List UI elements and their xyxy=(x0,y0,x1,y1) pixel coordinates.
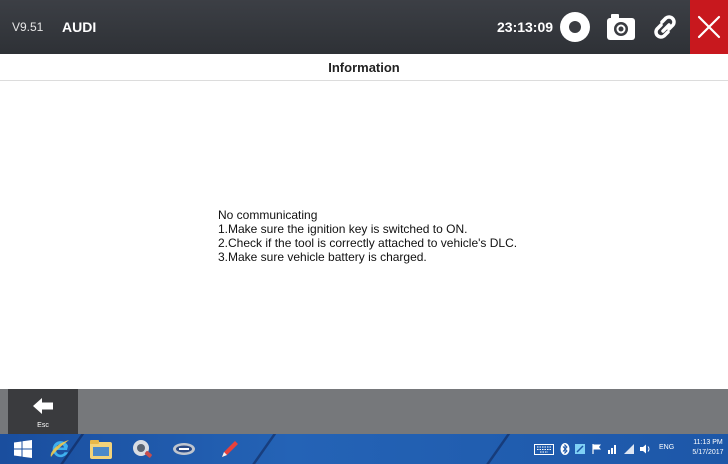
taskbar-explorer[interactable] xyxy=(89,437,113,461)
system-tray: ENG 11:13 PM 5/17/2017 xyxy=(518,434,728,464)
tray-bluetooth[interactable] xyxy=(559,443,571,455)
close-button[interactable] xyxy=(690,0,728,54)
tray-keyboard[interactable] xyxy=(534,443,554,455)
message-line: 1.Make sure the ignition key is switched… xyxy=(218,222,468,236)
bottom-toolbar: Esc xyxy=(0,389,728,434)
app-tray-icon xyxy=(575,444,585,454)
app-header: V9.51 AUDI 23:13:09 xyxy=(0,0,728,54)
tray-wifi[interactable] xyxy=(623,443,635,455)
taskbar-clock[interactable]: 11:13 PM 5/17/2017 xyxy=(688,438,728,458)
taskbar-decoration xyxy=(481,434,514,464)
message-line: 2.Check if the tool is correctly attache… xyxy=(218,236,518,250)
language-indicator[interactable]: ENG xyxy=(659,444,674,451)
info-message: No communicating 1.Make sure the ignitio… xyxy=(218,208,517,264)
record-button[interactable] xyxy=(558,10,592,44)
esc-label: Esc xyxy=(37,422,49,429)
taskbar-time: 11:13 PM xyxy=(693,439,723,446)
camera-button[interactable] xyxy=(604,10,638,44)
dialog-title-bar: Information xyxy=(0,54,728,81)
taskbar-ie[interactable] xyxy=(48,437,72,461)
taskbar-date: 5/17/2017 xyxy=(692,449,724,456)
camera-icon xyxy=(607,14,635,40)
message-line: 3.Make sure vehicle battery is charged. xyxy=(218,250,427,264)
clock-label: 23:13:09 xyxy=(497,19,554,35)
tray-flag[interactable] xyxy=(591,443,603,455)
dialog-title: Information xyxy=(328,60,400,75)
volume-icon xyxy=(640,444,650,454)
flag-icon xyxy=(592,444,601,454)
file-explorer-icon xyxy=(90,440,112,459)
keyboard-icon xyxy=(534,443,554,455)
diagnostic-app-screen: V9.51 AUDI 23:13:09 Information No commu… xyxy=(0,0,728,464)
windows-taskbar: ENG 11:13 PM 5/17/2017 xyxy=(0,434,728,464)
car-app-icon xyxy=(173,443,195,455)
pen-app-icon xyxy=(222,441,238,457)
start-button[interactable] xyxy=(11,437,35,461)
link-icon xyxy=(654,15,676,39)
diagnostic-app-icon xyxy=(133,440,152,458)
windows-start-icon xyxy=(14,440,32,458)
back-arrow-icon xyxy=(33,398,53,414)
tray-app[interactable] xyxy=(574,443,586,455)
signal-icon xyxy=(608,445,616,454)
record-icon xyxy=(560,12,590,42)
message-line: No communicating xyxy=(218,208,318,222)
version-label: V9.51 xyxy=(12,20,44,34)
link-button[interactable] xyxy=(648,10,682,44)
tray-signal[interactable] xyxy=(607,443,619,455)
taskbar-car-app[interactable] xyxy=(172,437,196,461)
taskbar-decoration xyxy=(247,434,280,464)
taskbar-pen-app[interactable] xyxy=(218,437,242,461)
vehicle-brand-label: AUDI xyxy=(62,19,97,35)
internet-explorer-icon xyxy=(50,440,69,458)
tray-volume[interactable] xyxy=(639,443,651,455)
taskbar-diagnostic-app[interactable] xyxy=(130,437,154,461)
wifi-icon xyxy=(624,444,634,454)
bluetooth-icon xyxy=(560,443,570,455)
dialog-content: No communicating 1.Make sure the ignitio… xyxy=(0,81,728,389)
esc-button[interactable]: Esc xyxy=(8,389,78,434)
close-icon xyxy=(697,15,721,39)
